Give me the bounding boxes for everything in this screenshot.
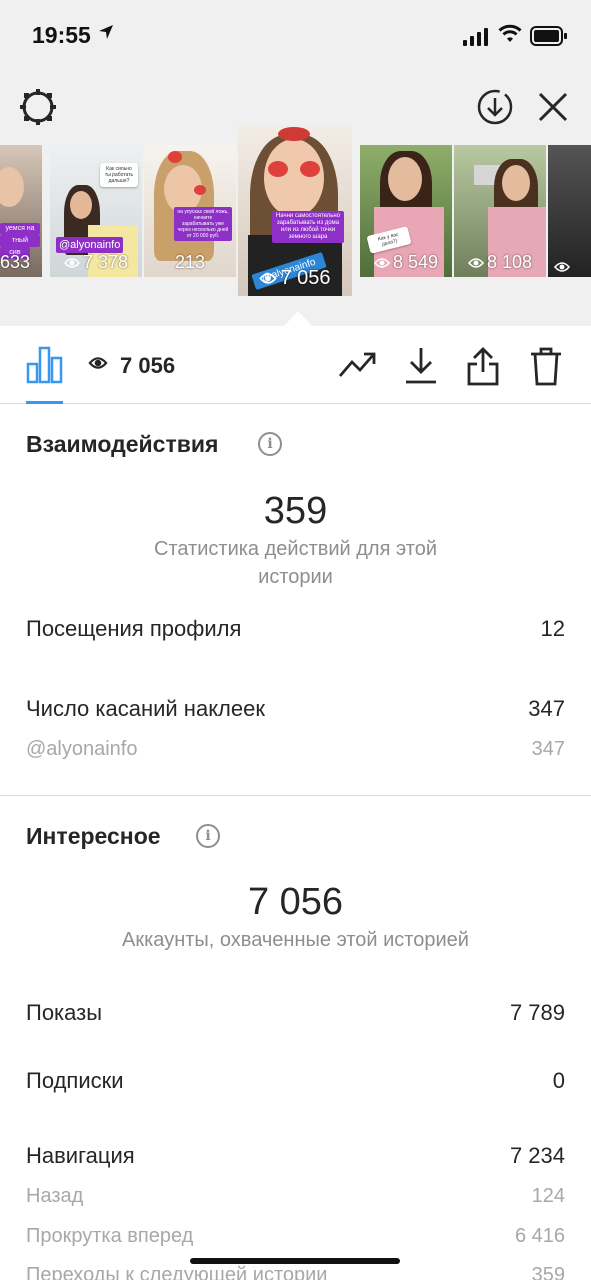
story-thumbnail[interactable]: уемся на тный сив 633 [0,145,42,277]
row-value: 6 416 [514,1225,565,1247]
wifi-icon [498,24,522,42]
row-label: Переходы к следующей истории [26,1264,328,1280]
discovery-subtitle: Аккаунты, охваченные этой историей [122,929,469,951]
navigation-row: Навигация 7 234 [26,1143,565,1169]
story-action-bar: 7 056 [0,326,591,404]
cellular-signal-icon [463,28,488,46]
selected-story-pointer [284,311,312,326]
question-sticker: Как сильно ты работать дальше? [100,163,138,187]
interactions-subtitle: Статистика действий для этой истории [154,538,437,588]
location-arrow-icon [99,25,113,39]
row-label: Назад [26,1185,84,1207]
promote-trending-icon[interactable] [338,350,378,380]
story-view-count: 7 056 [238,267,352,290]
download-icon[interactable] [404,346,438,384]
eye-icon [63,257,80,268]
story-view-count [554,261,591,273]
mention-sticker: @alyonainfo [56,237,124,253]
sticker-mention-row[interactable]: @alyonainfo 347 [26,738,565,761]
interactions-total: 359 [263,490,328,532]
row-value: 124 [531,1185,565,1207]
story-view-count: 8 549 [360,252,452,273]
impressions-row: Показы 7 789 [26,1000,565,1026]
eye-icon [554,262,570,272]
story-tag: уемся на [0,223,40,235]
row-label: Число касаний наклеек [26,696,265,721]
row-label: Подписки [26,1068,124,1093]
story-view-count: 7 378 [50,252,142,273]
status-time: 19:55 [32,22,91,48]
viewers-eye-icon[interactable] [88,356,108,370]
navigation-forward-row: Прокрутка вперед 6 416 [26,1225,565,1248]
share-icon[interactable] [466,346,500,386]
eye-icon [259,273,278,284]
row-value: 7 234 [509,1143,565,1168]
story-thumbnail[interactable]: Как сильно ты работать дальше? @alyonain… [50,145,142,277]
interactions-info-icon[interactable]: i [258,432,282,456]
row-label: Навигация [26,1143,135,1168]
story-thumbnail[interactable]: на упусках свой ложь, начните зарабатыва… [144,145,236,277]
row-value: 347 [528,696,565,721]
story-caption: на упусках свой ложь, начните зарабатыва… [174,207,232,241]
story-view-count: 213 [174,252,206,272]
navigation-next-story-row: Переходы к следующей истории 359 [26,1264,565,1280]
battery-icon [530,26,567,46]
delete-trash-icon[interactable] [529,346,563,386]
story-thumbnail[interactable]: Как у вас дела?) 8 549 [360,145,452,277]
row-value: 0 [552,1068,565,1093]
eye-icon [467,257,484,268]
follows-row: Подписки 0 [26,1068,565,1094]
row-label: @alyonainfo [26,738,138,760]
viewers-count[interactable]: 7 056 [120,353,175,379]
row-value: 7 789 [509,1000,565,1025]
story-viewer-header: 19:55 уемся на тный сив 633 Как сильно т… [0,0,591,326]
sticker-taps-row: Число касаний наклеек 347 [26,696,565,722]
story-thumbnail-strip[interactable]: уемся на тный сив 633 Как сильно ты рабо… [0,125,591,300]
section-divider [0,795,591,796]
save-story-icon[interactable] [477,89,513,125]
insights-chart-icon[interactable] [26,346,63,384]
row-label: Показы [26,1000,103,1025]
row-value: 12 [540,616,565,641]
row-label: Прокрутка вперед [26,1225,194,1247]
row-value: 359 [531,1264,565,1280]
status-bar: 19:55 [0,0,591,72]
story-view-count: 633 [0,252,31,272]
story-thumbnail-selected[interactable]: Начни самостоятельно зарабатывать из дом… [238,125,352,296]
discovery-title: Интересное [26,823,161,849]
story-thumbnail[interactable]: 8 108 [454,145,546,277]
navigation-back-row: Назад 124 [26,1185,565,1208]
story-tag: тный [0,235,40,247]
story-thumbnail[interactable] [548,145,591,277]
discovery-info-icon[interactable]: i [196,824,220,848]
story-view-count: 8 108 [454,252,546,273]
row-value: 347 [531,738,565,760]
profile-visits-row: Посещения профиля 12 [26,616,565,642]
active-tab-indicator [26,401,63,404]
story-caption: Начни самостоятельно зарабатывать из дом… [272,211,344,243]
eye-icon [373,257,390,268]
interactions-title: Взаимодействия [26,431,219,457]
row-label: Посещения профиля [26,616,242,641]
close-icon[interactable] [537,91,569,123]
discovery-total: 7 056 [247,881,344,923]
home-indicator[interactable] [190,1258,400,1264]
settings-gear-icon[interactable] [18,87,58,127]
